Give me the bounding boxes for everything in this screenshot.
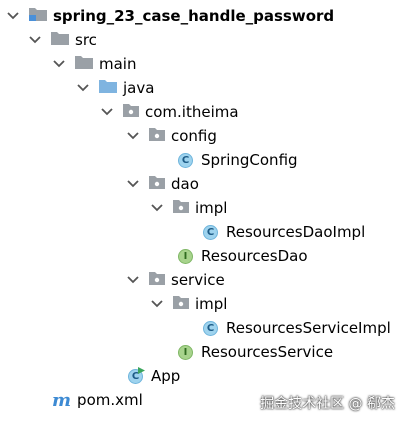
src-folder-label: src (75, 31, 97, 49)
resources-dao-label: ResourcesDao (201, 247, 308, 265)
folder-icon (50, 30, 70, 50)
tree-row-resources-service[interactable]: I ResourcesService (178, 340, 333, 364)
tree-row-project-root[interactable]: spring_23_case_handle_password (6, 4, 334, 28)
tree-row-pom[interactable]: m pom.xml (52, 388, 143, 412)
tree-row-dao[interactable]: dao (126, 172, 199, 196)
watermark: 掘金技术社区 @ 郗杰 (260, 396, 395, 412)
chevron-down-icon[interactable] (76, 81, 90, 95)
config-package-label: config (171, 127, 217, 145)
dao-impl-package-label: impl (195, 199, 228, 217)
folder-icon (74, 54, 94, 74)
class-icon: C (203, 224, 218, 240)
tree-row-src[interactable]: src (28, 28, 97, 52)
resources-service-label: ResourcesService (201, 343, 334, 361)
source-folder-icon (98, 78, 118, 98)
chevron-down-icon[interactable] (126, 177, 140, 191)
tree-row-main[interactable]: main (52, 52, 136, 76)
runnable-class-icon: C (128, 366, 145, 384)
app-class-label: App (151, 367, 181, 385)
tree-row-resources-dao[interactable]: I ResourcesDao (178, 244, 308, 268)
tree-row-service[interactable]: service (126, 268, 225, 292)
project-root-label: spring_23_case_handle_password (53, 7, 335, 25)
interface-icon: I (178, 344, 193, 360)
tree-row-config[interactable]: config (126, 124, 217, 148)
resources-dao-impl-label: ResourcesDaoImpl (226, 223, 366, 241)
package-icon (122, 102, 140, 122)
run-marker-icon (138, 366, 145, 374)
tree-row-java[interactable]: java (76, 76, 154, 100)
chevron-down-icon[interactable] (52, 57, 66, 71)
chevron-down-icon[interactable] (28, 33, 42, 47)
tree-row-resources-dao-impl[interactable]: C ResourcesDaoImpl (203, 220, 365, 244)
dao-package-label: dao (171, 175, 199, 193)
class-icon: C (203, 320, 218, 336)
chevron-down-icon[interactable] (126, 273, 140, 287)
maven-icon: m (52, 389, 72, 411)
tree-row-resources-service-impl[interactable]: C ResourcesServiceImpl (203, 316, 391, 340)
pom-file-label: pom.xml (77, 391, 143, 409)
spring-config-label: SpringConfig (201, 151, 298, 169)
resources-service-impl-label: ResourcesServiceImpl (226, 319, 391, 337)
package-label: com.itheima (145, 103, 239, 121)
chevron-down-icon[interactable] (150, 201, 164, 215)
tree-row-app[interactable]: C App (128, 364, 180, 388)
package-icon (148, 270, 166, 290)
interface-icon: I (178, 248, 193, 264)
package-icon (172, 294, 190, 314)
chevron-down-icon[interactable] (150, 297, 164, 311)
module-folder-icon (28, 6, 48, 26)
package-icon (148, 126, 166, 146)
tree-row-dao-impl[interactable]: impl (150, 196, 227, 220)
java-folder-label: java (123, 79, 155, 97)
class-icon: C (178, 152, 193, 168)
package-icon (172, 198, 190, 218)
tree-row-spring-config[interactable]: C SpringConfig (178, 148, 298, 172)
package-icon (148, 174, 166, 194)
chevron-down-icon[interactable] (126, 129, 140, 143)
chevron-down-icon[interactable] (100, 105, 114, 119)
service-impl-package-label: impl (195, 295, 228, 313)
tree-row-service-impl[interactable]: impl (150, 292, 227, 316)
main-folder-label: main (99, 55, 137, 73)
tree-row-package[interactable]: com.itheima (100, 100, 239, 124)
service-package-label: service (171, 271, 225, 289)
chevron-down-icon[interactable] (6, 9, 20, 23)
